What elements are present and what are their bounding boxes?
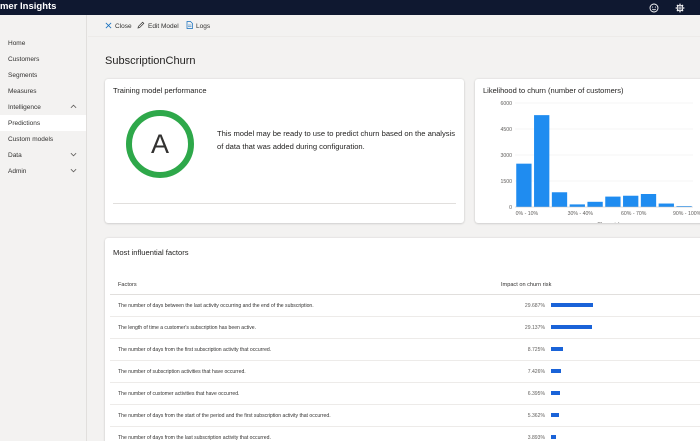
factor-description: The length of time a customer's subscrip… (118, 325, 257, 331)
sidebar-item-label: Home (8, 39, 26, 47)
chevron-up-icon (70, 103, 77, 112)
factor-description: The number of days from the start of the… (118, 413, 331, 419)
sidebar-nav: Home Customers Segments Measures Intelli… (0, 15, 87, 441)
impact-percent: 7.426% (527, 369, 545, 375)
churn-likelihood-chart: 6000 4500 3000 1500 0 0% - 10% 30% - 40% 60% - … (500, 101, 700, 223)
histogram-bar (640, 194, 657, 207)
sidebar-item-home[interactable]: Home (0, 35, 86, 51)
chevron-down-icon (70, 151, 77, 160)
table-row: The number of subscription activities th… (110, 361, 700, 383)
command-bar: Close Edit Model Logs (88, 15, 700, 37)
x-tick-label: 0% - 10% (516, 211, 539, 217)
impact-percent: 8.725% (527, 347, 545, 353)
card-title: Most influential factors (113, 248, 189, 257)
performance-message: This model may be ready to use to predic… (217, 129, 456, 151)
y-tick-label: 0 (509, 205, 512, 211)
table-row: The number of days from the last subscri… (110, 427, 700, 441)
logs-label: Logs (196, 22, 211, 30)
grade-letter: A (150, 128, 169, 159)
histogram-bar (534, 115, 550, 207)
factor-description: The number of days from the first subscr… (118, 347, 272, 353)
y-tick-label: 3000 (500, 153, 512, 159)
y-tick-label: 6000 (500, 101, 512, 107)
sidebar-item-label: Data (8, 151, 22, 159)
table-row: The number of days between the last acti… (110, 295, 700, 317)
column-header-impact[interactable]: Impact on churn risk (501, 282, 551, 288)
factor-description: The number of days from the last subscri… (118, 435, 271, 441)
sidebar-item-label: Segments (8, 71, 38, 79)
impact-bar (551, 369, 562, 373)
smiley-icon[interactable] (647, 0, 661, 15)
sidebar-item-label: Custom models (8, 135, 54, 143)
table-row: The number of days from the start of the… (110, 405, 700, 427)
x-tick-label: 90% - 100% (673, 211, 700, 217)
impact-bar (551, 413, 559, 417)
sidebar-item-label: Admin (8, 167, 27, 175)
impact-bar (551, 303, 593, 307)
column-header-factors[interactable]: Factors (118, 282, 137, 288)
close-icon (105, 22, 112, 31)
influential-factors-card: Most influential factors Factors Impact … (105, 238, 700, 441)
grade-badge: A (126, 110, 194, 178)
page-title: SubscriptionChurn (105, 55, 196, 67)
edit-icon (137, 21, 145, 31)
table-row: The length of time a customer's subscrip… (110, 317, 700, 339)
x-axis-label: Churn risk (597, 222, 621, 223)
sidebar-item-predictions[interactable]: Predictions (0, 115, 86, 131)
histogram-bar (658, 203, 674, 207)
impact-bar (551, 391, 560, 395)
sidebar-item-customers[interactable]: Customers (0, 51, 86, 67)
sidebar-item-measures[interactable]: Measures (0, 83, 86, 99)
impact-bar (551, 435, 557, 439)
sidebar-item-label: Customers (8, 55, 40, 63)
sidebar-item-label: Measures (8, 87, 37, 95)
x-tick-label: 30% - 40% (568, 211, 594, 217)
edit-model-button[interactable]: Edit Model (137, 21, 179, 31)
top-bar: tomer Insights (0, 0, 700, 15)
impact-percent: 29.687% (524, 303, 545, 309)
sidebar-item-data[interactable]: Data (0, 147, 86, 163)
histogram-bar (551, 192, 568, 207)
impact-bar (551, 347, 564, 351)
edit-model-label: Edit Model (148, 22, 179, 30)
sidebar-item-admin[interactable]: Admin (0, 163, 86, 179)
histogram-bar (587, 201, 603, 207)
logs-button[interactable]: Logs (186, 21, 210, 31)
x-tick-label: 60% - 70% (621, 211, 647, 217)
model-performance-card: Training model performance A This model … (105, 79, 464, 223)
histogram-bar (516, 163, 532, 207)
sidebar-item-custom-models[interactable]: Custom models (0, 131, 86, 147)
y-tick-label: 4500 (500, 127, 512, 133)
churn-likelihood-card: Likelihood to churn (number of customers… (475, 79, 700, 223)
chevron-down-icon (70, 167, 77, 176)
sidebar-item-intelligence[interactable]: Intelligence (0, 99, 86, 115)
histogram-bar (623, 195, 639, 207)
impact-percent: 3.893% (527, 435, 545, 441)
close-label: Close (115, 22, 132, 30)
gear-icon[interactable] (673, 0, 687, 15)
divider (113, 203, 456, 204)
histogram-bar (569, 204, 585, 207)
impact-percent: 5.362% (527, 413, 545, 419)
card-title: Training model performance (113, 86, 207, 95)
factor-description: The number of subscription activities th… (118, 369, 246, 375)
sidebar-item-segments[interactable]: Segments (0, 67, 86, 83)
factor-description: The number of customer activities that h… (118, 391, 240, 397)
close-button[interactable]: Close (105, 21, 132, 31)
histogram-bar (605, 196, 621, 207)
impact-percent: 29.137% (524, 325, 545, 331)
sidebar-item-label: Intelligence (8, 103, 41, 111)
factor-description: The number of days between the last acti… (118, 303, 314, 309)
sidebar-item-label: Predictions (8, 119, 41, 127)
impact-percent: 6.395% (527, 391, 545, 397)
app-title: tomer Insights (0, 1, 57, 12)
document-icon (186, 21, 193, 31)
table-row: The number of customer activities that h… (110, 383, 700, 405)
y-tick-label: 1500 (500, 179, 512, 185)
table-header: Factors Impact on churn risk (105, 280, 700, 292)
table-row: The number of days from the first subscr… (110, 339, 700, 361)
impact-bar (551, 325, 592, 329)
main-content: SubscriptionChurn Training model perform… (88, 37, 700, 441)
